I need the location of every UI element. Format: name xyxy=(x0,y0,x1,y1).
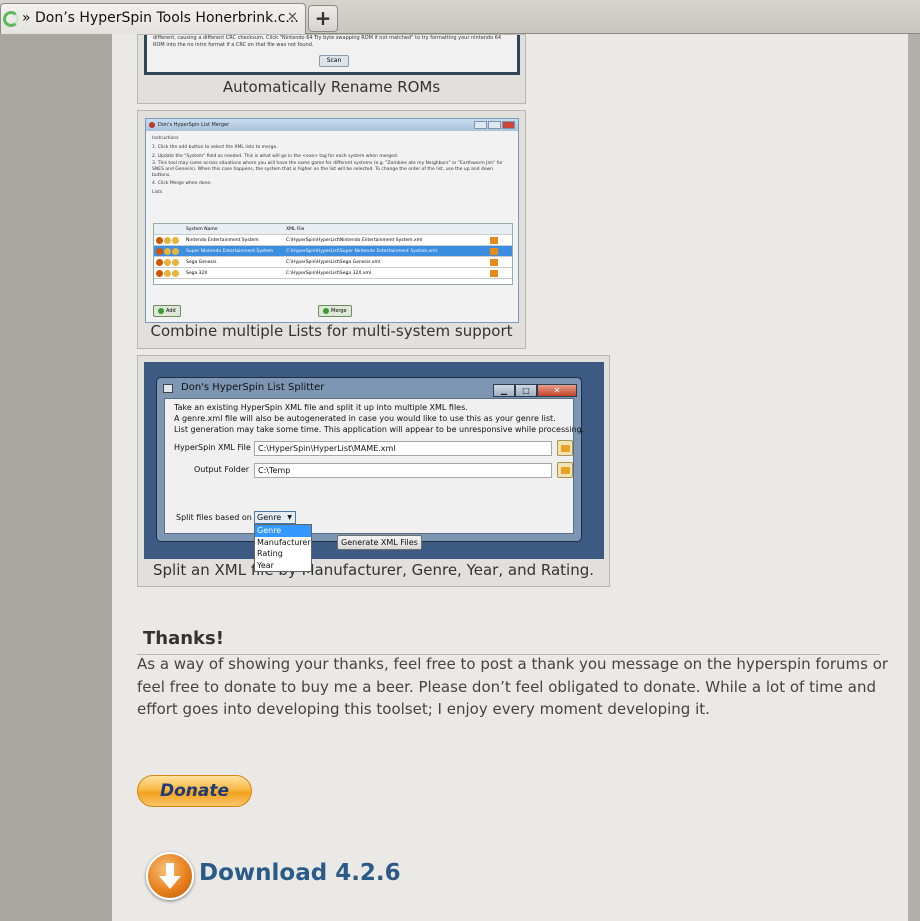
thanks-heading: Thanks! xyxy=(143,628,224,649)
remove-icon[interactable] xyxy=(156,270,163,277)
down-icon[interactable] xyxy=(172,270,179,277)
folder-icon[interactable] xyxy=(490,248,498,255)
desktop-background: Don's HyperSpin List Splitter ▁ □ ✕ Take a… xyxy=(144,362,604,572)
screenshot-caption: Combine multiple Lists for multi-system … xyxy=(150,322,513,340)
column-header: XML File xyxy=(286,227,305,232)
instruction-line: 2. Update the "System" field as needed. … xyxy=(152,154,399,159)
add-icon xyxy=(158,307,164,314)
table-row[interactable]: Super Nintendo Entertainment System C:\H… xyxy=(154,246,512,257)
output-folder-input[interactable]: C:\Temp xyxy=(254,463,552,478)
dropdown-option[interactable]: Rating xyxy=(255,548,311,560)
app-icon xyxy=(163,384,173,393)
page-content: different, causing a different CRC check… xyxy=(112,34,908,921)
tab-title: » Don’s HyperSpin Tools Honerbrink.c... xyxy=(22,10,299,26)
up-icon[interactable] xyxy=(164,237,171,244)
rename-roms-window: different, causing a different CRC check… xyxy=(144,35,520,75)
description-line: List generation may take some time. This… xyxy=(174,425,585,434)
split-select[interactable]: Genre ▼ xyxy=(254,511,296,524)
download-link[interactable]: Download 4.2.6 xyxy=(199,860,401,886)
down-icon[interactable] xyxy=(172,248,179,255)
column-header: System Name xyxy=(186,227,218,232)
add-button[interactable]: Add xyxy=(153,305,181,317)
browse-output-button[interactable] xyxy=(557,462,573,478)
screenshot-list-splitter: Don's HyperSpin List Splitter ▁ □ ✕ Take a… xyxy=(137,355,610,587)
table-row[interactable]: Sega 32X C:\HyperSpin\HyperList\Sega 32X… xyxy=(154,268,512,279)
window-title: Don's HyperSpin List Merger xyxy=(158,122,230,128)
xml-file-label: HyperSpin XML File xyxy=(174,443,251,452)
folder-icon[interactable] xyxy=(490,259,498,266)
instruction-line: 4. Click Merge when done. xyxy=(152,181,212,186)
folder-icon xyxy=(561,467,570,474)
list-merger-window: Don's HyperSpin List Merger Instructions… xyxy=(145,118,519,323)
table-row[interactable]: Sega Genesis C:\HyperSpin\HyperList\Sega… xyxy=(154,257,512,268)
window-client: Take an existing HyperSpin XML file and … xyxy=(164,398,584,572)
merge-icon xyxy=(323,307,329,314)
merge-button[interactable]: Merge xyxy=(318,305,352,317)
rename-text-line: different, causing a different CRC check… xyxy=(153,35,502,41)
page-right-gutter xyxy=(908,34,920,921)
up-icon[interactable] xyxy=(164,259,171,266)
browser-tab[interactable]: » Don’s HyperSpin Tools Honerbrink.c... … xyxy=(0,3,306,34)
table-row[interactable]: Nintendo Entertainment System C:\HyperSp… xyxy=(154,235,512,246)
up-icon[interactable] xyxy=(164,248,171,255)
tab-close-icon[interactable]: ✕ xyxy=(287,10,298,25)
up-icon[interactable] xyxy=(164,270,171,277)
split-label: Split files based on xyxy=(176,513,252,522)
instruction-line: 3. This tool may come across situations … xyxy=(152,161,503,178)
scan-button[interactable]: Scan xyxy=(319,55,349,67)
split-dropdown: Genre Manufacturer Rating Year xyxy=(254,524,312,572)
screenshot-caption: Split an XML file by Manufacturer, Genre… xyxy=(152,561,594,579)
output-folder-label: Output Folder xyxy=(194,465,250,474)
folder-icon xyxy=(561,445,570,452)
lists-label: Lists xyxy=(152,190,163,195)
remove-icon[interactable] xyxy=(156,237,163,244)
description-line: Take an existing HyperSpin XML file and … xyxy=(174,403,468,412)
rename-text-line: ROM into the no intro format if a CRC on… xyxy=(153,42,314,48)
browser-tab-bar: » Don’s HyperSpin Tools Honerbrink.c... … xyxy=(0,0,920,34)
close-icon[interactable]: ✕ xyxy=(537,384,577,397)
instruction-line: 1. Click the add button to select the XM… xyxy=(152,145,278,150)
dropdown-option[interactable]: Genre xyxy=(255,525,311,537)
loading-spinner-icon xyxy=(3,11,19,27)
instructions: Instructions 1. Click the add button to … xyxy=(146,131,518,200)
minimize-icon[interactable] xyxy=(474,121,487,129)
thanks-paragraph: As a way of showing your thanks, feel fr… xyxy=(137,655,889,718)
new-tab-button[interactable]: + xyxy=(308,5,338,32)
folder-icon[interactable] xyxy=(490,237,498,244)
list-splitter-window: Don's HyperSpin List Splitter ▁ □ ✕ Take a… xyxy=(156,377,584,572)
down-icon[interactable] xyxy=(172,237,179,244)
table-header: System Name XML File xyxy=(154,224,512,235)
down-icon[interactable] xyxy=(172,259,179,266)
screenshot-caption: Automatically Rename ROMs xyxy=(222,78,441,96)
remove-icon[interactable] xyxy=(156,259,163,266)
minimize-icon[interactable]: ▁ xyxy=(493,384,515,397)
description-line: A genre.xml file will also be autogenera… xyxy=(174,414,556,423)
screenshot-list-merger: Don's HyperSpin List Merger Instructions… xyxy=(137,110,526,349)
window-title: Don's HyperSpin List Splitter xyxy=(181,382,325,393)
remove-icon[interactable] xyxy=(156,248,163,255)
maximize-icon[interactable]: □ xyxy=(515,384,537,397)
app-icon xyxy=(149,122,155,128)
maximize-icon[interactable] xyxy=(488,121,501,129)
folder-icon[interactable] xyxy=(490,270,498,277)
screenshot-rename-roms: different, causing a different CRC check… xyxy=(137,34,526,104)
dropdown-option[interactable]: Year xyxy=(255,560,311,572)
download-arrow-icon[interactable] xyxy=(146,852,194,900)
xml-file-input[interactable]: C:\HyperSpin\HyperList\MAME.xml xyxy=(254,441,552,456)
lists-table[interactable]: System Name XML File Nintendo Entertainm… xyxy=(153,223,513,285)
close-icon[interactable] xyxy=(502,121,515,129)
donate-button[interactable]: Donate xyxy=(137,775,252,807)
browse-xml-button[interactable] xyxy=(557,440,573,456)
dropdown-option[interactable]: Manufacturer xyxy=(255,537,311,549)
generate-xml-button[interactable]: Generate XML Files xyxy=(337,535,422,550)
chevron-down-icon: ▼ xyxy=(287,514,292,521)
instruction-line: Instructions xyxy=(152,136,179,141)
